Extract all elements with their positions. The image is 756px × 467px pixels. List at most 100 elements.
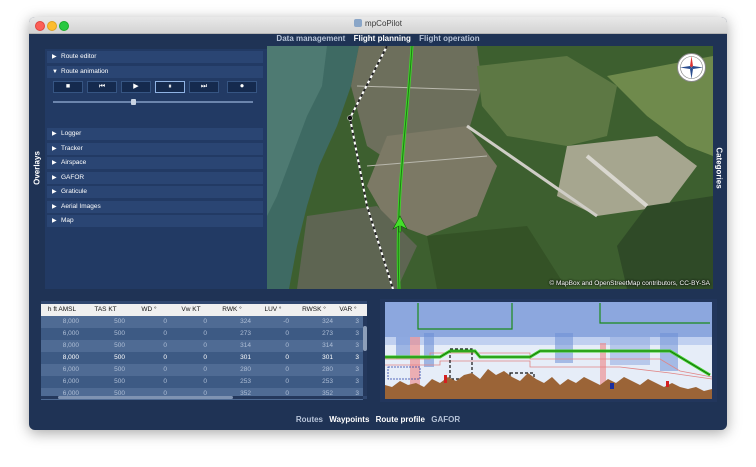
play-icon: ▶ [133, 83, 139, 90]
accordion-tracker[interactable]: ▶ Tracker [47, 143, 263, 155]
table-row[interactable]: 6,000 500 0 0 273 0 273 3 [41, 328, 363, 340]
table-cell: 0 [203, 378, 207, 385]
table-row[interactable]: 6,000 500 0 0 253 0 253 3 [41, 376, 363, 388]
table-cell: 3 [355, 354, 359, 361]
table-cell: 280 [322, 366, 333, 373]
column-header[interactable]: LUV ° [253, 304, 293, 316]
window-title: mpCoPilot [29, 19, 727, 28]
expand-triangle-icon: ▶ [52, 218, 57, 224]
tab-route-profile[interactable]: Route profile [376, 415, 425, 424]
route-animation-controls: ■ ⏮ ▶ ⏸ ⏭ ⏺ [47, 80, 263, 118]
stop-icon: ■ [65, 83, 71, 90]
accordion-route-animation[interactable]: ▼ Route animation [47, 66, 263, 78]
slider-knob[interactable] [131, 99, 136, 105]
table-cell: 0 [285, 366, 289, 373]
tab-gafor[interactable]: GAFOR [431, 415, 460, 424]
table-cell: 273 [322, 330, 333, 337]
table-cell: 0 [163, 330, 167, 337]
fast-forward-button[interactable]: ⏭ [189, 81, 219, 93]
table-cell: 0 [285, 330, 289, 337]
tab-waypoints[interactable]: Waypoints [329, 415, 369, 424]
accordion-airspace[interactable]: ▶ Airspace [47, 157, 263, 169]
column-header[interactable]: h ft AMSL [43, 304, 81, 316]
accordion-gafor[interactable]: ▶ GAFOR [47, 172, 263, 184]
rewind-button[interactable]: ⏮ [87, 81, 117, 93]
table-row[interactable]: 8,000 500 0 0 324 -0 324 3 [41, 316, 363, 328]
animation-slider[interactable] [53, 99, 253, 105]
table-cell: 0 [203, 318, 207, 325]
app-icon [354, 19, 363, 27]
pause-button[interactable]: ⏸ [155, 81, 185, 93]
scrollbar-thumb[interactable] [363, 326, 367, 351]
table-cell: 500 [114, 318, 125, 325]
table-cell: 0 [163, 378, 167, 385]
compass-graphic [680, 56, 703, 79]
title-bar: mpCoPilot [29, 17, 727, 34]
table-cell: 0 [203, 354, 207, 361]
table-cell: 3 [355, 342, 359, 349]
column-header[interactable]: VAR ° [335, 304, 361, 316]
route-profile-chart [385, 302, 713, 399]
expand-triangle-icon: ▶ [52, 204, 57, 210]
table-cell: 6,000 [62, 330, 79, 337]
table-row[interactable]: 8,000 500 0 0 301 0 301 3 [41, 352, 363, 364]
fast-forward-icon: ⏭ [200, 83, 208, 90]
overlays-toggle[interactable]: Overlays [33, 151, 42, 185]
table-cell: 301 [240, 354, 251, 361]
accordion-logger[interactable]: ▶ Logger [47, 128, 263, 140]
expand-triangle-icon: ▶ [52, 189, 57, 195]
compass-rose-icon[interactable] [677, 53, 706, 82]
tab-flight-planning[interactable]: Flight planning [354, 34, 411, 43]
table-cell: 8,000 [62, 318, 79, 325]
table-cell: 0 [203, 342, 207, 349]
table-cell: 314 [322, 342, 333, 349]
accordion-label: Graticule [61, 188, 88, 195]
map-attribution: © MapBox and OpenStreetMap contributors,… [549, 280, 710, 287]
accordion-aerial-images[interactable]: ▶ Aerial Images [47, 201, 263, 213]
table-cell: 0 [163, 354, 167, 361]
tab-flight-operation[interactable]: Flight operation [419, 34, 479, 43]
accordion-route-editor[interactable]: ▶ Route editor [47, 51, 263, 63]
column-header[interactable]: TAS KT [83, 304, 128, 316]
table-cell: 0 [285, 354, 289, 361]
categories-toggle[interactable]: Categories [715, 147, 724, 188]
table-cell: 0 [203, 330, 207, 337]
table-cell: 324 [322, 318, 333, 325]
column-header[interactable]: Vw KT [171, 304, 211, 316]
rewind-icon: ⏮ [98, 83, 106, 90]
table-cell: 3 [355, 318, 359, 325]
scrollbar-thumb[interactable] [58, 396, 233, 399]
mode-tabs: Data management Flight planning Flight o… [29, 34, 727, 46]
collapse-triangle-icon: ▼ [52, 69, 58, 75]
table-vertical-scrollbar[interactable] [363, 316, 367, 396]
pause-icon: ⏸ [168, 83, 172, 90]
tab-routes[interactable]: Routes [296, 415, 323, 424]
stop-button[interactable]: ■ [53, 81, 83, 93]
accordion-graticule[interactable]: ▶ Graticule [47, 186, 263, 198]
table-row[interactable]: 6,000 500 0 0 280 0 280 3 [41, 364, 363, 376]
accordion-map[interactable]: ▶ Map [47, 215, 263, 227]
expand-triangle-icon: ▶ [52, 146, 57, 152]
table-cell: 0 [163, 342, 167, 349]
record-button[interactable]: ⏺ [227, 81, 257, 93]
table-cell: 301 [322, 354, 333, 361]
route-profile-panel[interactable] [380, 299, 717, 402]
window-title-text: mpCoPilot [365, 19, 402, 28]
expand-triangle-icon: ▶ [52, 175, 57, 181]
map-view[interactable]: © MapBox and OpenStreetMap contributors,… [267, 46, 713, 289]
column-header[interactable]: RWSK ° [293, 304, 335, 316]
column-header[interactable]: WD ° [129, 304, 169, 316]
table-cell: 500 [114, 342, 125, 349]
play-button[interactable]: ▶ [121, 81, 151, 93]
tab-data-management[interactable]: Data management [276, 34, 345, 43]
table-cell: 0 [203, 366, 207, 373]
table-cell: -0 [283, 318, 289, 325]
expand-triangle-icon: ▶ [52, 160, 57, 166]
column-header[interactable]: RWK ° [211, 304, 253, 316]
accordion-label: Logger [61, 130, 82, 137]
table-cell: 0 [163, 318, 167, 325]
app-window: mpCoPilot Data management Flight plannin… [29, 17, 727, 430]
table-row[interactable]: 8,000 500 0 0 314 0 314 3 [41, 340, 363, 352]
table-horizontal-scrollbar[interactable] [41, 396, 363, 399]
table-cell: 0 [285, 378, 289, 385]
